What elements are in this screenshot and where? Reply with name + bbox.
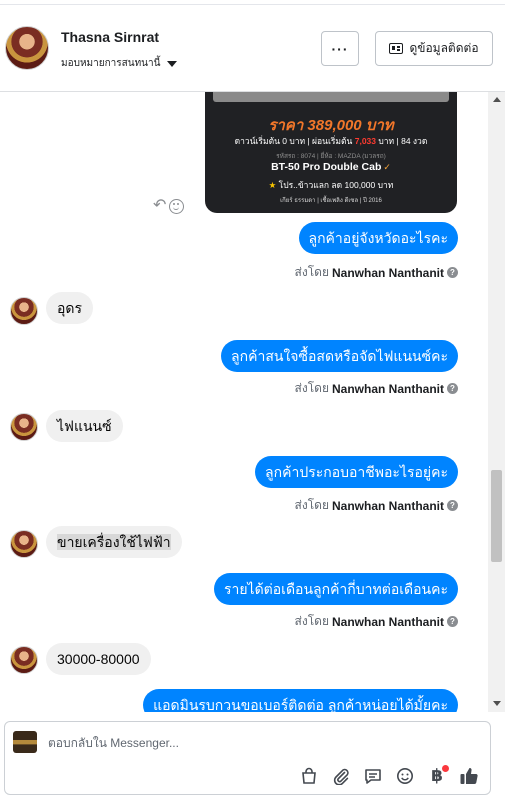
ad-finance: ดาวน์เริ่มต้น 0 บาท | ผ่อนเริ่มต้น 7,033… <box>205 134 457 148</box>
contact-name[interactable]: Thasna Sirnrat <box>61 29 159 45</box>
reply-composer: ฿ <box>4 721 491 795</box>
ad-footer: เกียร์ ธรรมดา | เชื้อเพลิง ดีเซล | ปี 20… <box>280 198 382 204</box>
assign-conversation-dropdown[interactable]: มอบหมายการสนทนานี้ <box>61 56 178 71</box>
help-icon[interactable]: ? <box>447 267 458 278</box>
view-contact-info-button[interactable]: ดูข้อมูลติดต่อ <box>375 31 493 66</box>
notification-dot <box>442 765 449 772</box>
reply-input[interactable] <box>48 736 428 750</box>
sent-by-info: ส่งโดย Nanwhan Nanthanit ? <box>295 379 458 398</box>
sent-by-name: Nanwhan Nanthanit <box>331 265 444 280</box>
message-thread[interactable]: ราคา 389,000 บาท ดาวน์เริ่มต้น 0 บาท | ผ… <box>0 92 505 712</box>
ad-model: BT-50 Pro Double Cab ✓ <box>205 161 457 173</box>
shop-bag-button[interactable] <box>298 765 320 787</box>
outgoing-message[interactable]: รายได้ต่อเดือนลูกค้ากี่บาทต่อเดือนคะ <box>213 573 458 605</box>
view-contact-info-label: ดูข้อมูลติดต่อ <box>409 41 479 55</box>
sent-by-name: Nanwhan Nanthanit <box>331 498 444 513</box>
composer-toolbar: ฿ <box>298 765 480 787</box>
scroll-down-arrow-icon[interactable] <box>493 701 501 706</box>
incoming-message[interactable]: ขายเครื่องใช้ไฟฟ้า <box>46 526 182 558</box>
reply-icon[interactable]: ↶ <box>153 198 166 214</box>
incoming-message[interactable]: 30000-80000 <box>46 643 151 675</box>
assign-label: มอบหมายการสนทนานี้ <box>61 58 161 69</box>
star-icon: ★ <box>268 180 277 190</box>
scrollbar-thumb[interactable] <box>491 470 502 562</box>
messenger-conversation: Thasna Sirnrat มอบหมายการสนทนานี้ ··· ดู… <box>0 0 505 802</box>
ad-finance-suffix: บาท | 84 งวด <box>378 136 428 146</box>
sender-avatar[interactable] <box>10 413 38 441</box>
help-icon[interactable]: ? <box>447 383 458 394</box>
outgoing-message[interactable]: ลูกค้าประกอบอาชีพอะไรอยู่คะ <box>255 456 458 488</box>
saved-replies-button[interactable] <box>362 765 384 787</box>
conversation-header: Thasna Sirnrat มอบหมายการสนทนานี้ ··· ดู… <box>0 6 505 92</box>
attach-button[interactable] <box>330 765 352 787</box>
sent-by-prefix: ส่งโดย <box>294 381 329 395</box>
sent-by-info: ส่งโดย Nanwhan Nanthanit ? <box>295 496 458 515</box>
sent-by-prefix: ส่งโดย <box>294 614 329 628</box>
react-smile-icon[interactable] <box>169 198 185 214</box>
outgoing-message[interactable]: ลูกค้าสนใจซื้อสดหรือจัดไฟแนนซ์คะ <box>221 340 458 372</box>
page-avatar <box>13 731 37 753</box>
ad-model-name: BT-50 Pro Double Cab <box>271 161 382 173</box>
sent-by-prefix: ส่งโดย <box>294 265 329 279</box>
ad-finance-prefix: ดาวน์เริ่มต้น 0 บาท | ผ่อนเริ่มต้น <box>234 136 353 146</box>
emoji-icon <box>397 768 413 784</box>
incoming-message-text: ขายเครื่องใช้ไฟฟ้า <box>57 534 171 550</box>
thread-scrollbar[interactable] <box>488 92 505 712</box>
payment-button[interactable]: ฿ <box>426 765 449 787</box>
scroll-up-arrow-icon[interactable] <box>493 97 501 102</box>
chat-bubble-icon <box>365 769 381 784</box>
sender-avatar[interactable] <box>10 530 38 558</box>
message-actions: ↶ <box>153 198 185 214</box>
thumbs-up-icon <box>460 768 478 785</box>
contact-card-icon <box>389 43 404 54</box>
sent-by-name: Nanwhan Nanthanit <box>331 381 444 396</box>
sent-by-info: ส่งโดย Nanwhan Nanthanit ? <box>295 263 458 282</box>
car-photo <box>213 92 449 102</box>
like-button[interactable] <box>458 765 480 787</box>
help-icon[interactable]: ? <box>447 616 458 627</box>
car-ad-card[interactable]: ราคา 389,000 บาท ดาวน์เริ่มต้น 0 บาท | ผ… <box>205 92 457 213</box>
sent-by-info: ส่งโดย Nanwhan Nanthanit ? <box>295 612 458 631</box>
outgoing-message[interactable]: แอดมินรบกวนขอเบอร์ติดต่อ ลูกค้าหน่อยได้ม… <box>143 689 458 712</box>
incoming-message[interactable]: ไฟแนนซ์ <box>46 410 123 442</box>
contact-avatar[interactable] <box>5 26 49 70</box>
paperclip-icon <box>333 768 349 785</box>
ad-finance-amount: 7,033 <box>354 136 377 146</box>
shopping-bag-icon <box>302 767 316 784</box>
ad-code-line: รหัสรถ : 8074 | ยี่ห้อ : MAZDA (มวลรถ) <box>276 153 386 160</box>
emoji-button[interactable] <box>394 765 416 787</box>
help-icon[interactable]: ? <box>447 500 458 511</box>
caret-down-icon <box>167 61 178 67</box>
incoming-message[interactable]: อุดร <box>46 292 94 324</box>
sent-by-name: Nanwhan Nanthanit <box>331 614 444 629</box>
sender-avatar[interactable] <box>10 646 38 674</box>
sender-avatar[interactable] <box>10 297 38 325</box>
verified-check-icon: ✓ <box>383 162 391 172</box>
sent-by-prefix: ส่งโดย <box>294 498 329 512</box>
ad-promo-text: โปร..ข้าวแลก ลด 100,000 บาท <box>278 180 394 190</box>
outgoing-message[interactable]: ลูกค้าอยู่จังหวัดอะไรคะ <box>298 222 458 254</box>
more-options-button[interactable]: ··· <box>321 31 359 66</box>
top-divider <box>0 0 505 5</box>
ad-promo: ★ โปร..ข้าวแลก ลด 100,000 บาท <box>205 178 457 192</box>
